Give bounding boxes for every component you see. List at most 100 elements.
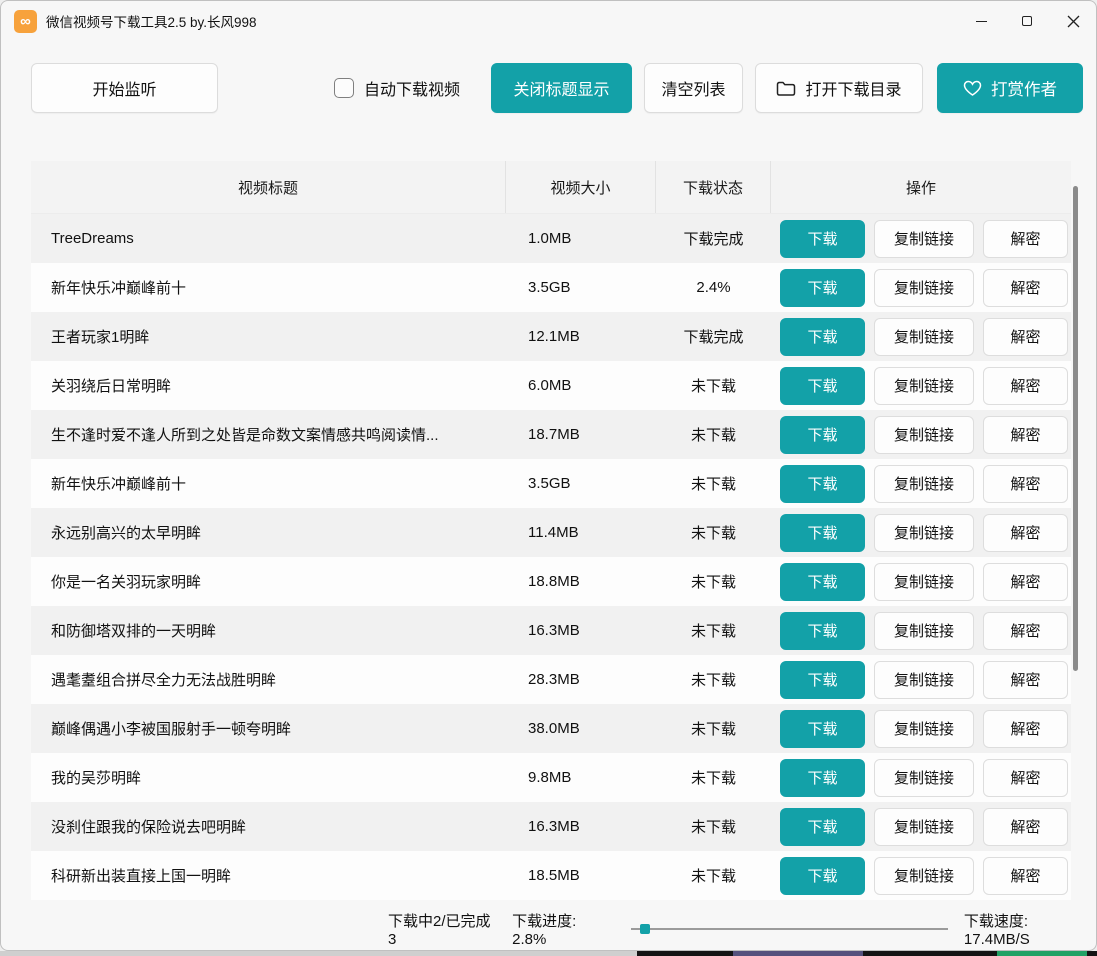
table-row: TreeDreams 1.0MB 下载完成 下载 复制链接 解密: [31, 214, 1071, 263]
start-listen-button[interactable]: 开始监听: [31, 63, 218, 113]
table-row: 没刹住跟我的保险说去吧明眸 16.3MB 未下载 下载 复制链接 解密: [31, 802, 1071, 851]
video-title-cell: 我的吴莎明眸: [31, 767, 506, 788]
decrypt-button[interactable]: 解密: [983, 857, 1068, 895]
decrypt-button[interactable]: 解密: [983, 612, 1068, 650]
table-row: 永远别高兴的太早明眸 11.4MB 未下载 下载 复制链接 解密: [31, 508, 1071, 557]
video-title-cell: 新年快乐冲巅峰前十: [31, 473, 506, 494]
copy-link-button[interactable]: 复制链接: [874, 318, 974, 356]
close-button[interactable]: [1050, 1, 1096, 41]
video-title-cell: 你是一名关羽玩家明眸: [31, 571, 506, 592]
copy-link-button[interactable]: 复制链接: [874, 465, 974, 503]
download-status-cell: 未下载: [656, 865, 771, 886]
download-button[interactable]: 下载: [780, 563, 865, 601]
video-title-cell: 科研新出装直接上国一明眸: [31, 865, 506, 886]
download-button[interactable]: 下载: [780, 759, 865, 797]
heart-icon: [963, 80, 982, 97]
download-button[interactable]: 下载: [780, 857, 865, 895]
row-actions: 下载 复制链接 解密: [771, 759, 1071, 797]
clear-list-button[interactable]: 清空列表: [644, 63, 743, 113]
window-title: 微信视频号下载工具2.5 by.长风998: [46, 11, 257, 31]
progress-slider[interactable]: [631, 924, 948, 934]
download-button[interactable]: 下载: [780, 661, 865, 699]
decrypt-button[interactable]: 解密: [983, 710, 1068, 748]
copy-link-button[interactable]: 复制链接: [874, 612, 974, 650]
video-title-cell: 永远别高兴的太早明眸: [31, 522, 506, 543]
download-button[interactable]: 下载: [780, 367, 865, 405]
copy-link-button[interactable]: 复制链接: [874, 710, 974, 748]
download-status-cell: 未下载: [656, 767, 771, 788]
copy-link-button[interactable]: 复制链接: [874, 759, 974, 797]
decrypt-button[interactable]: 解密: [983, 563, 1068, 601]
download-button[interactable]: 下载: [780, 612, 865, 650]
download-status-cell: 未下载: [656, 473, 771, 494]
video-size-cell: 18.7MB: [506, 426, 656, 443]
table-row: 新年快乐冲巅峰前十 3.5GB 2.4% 下载 复制链接 解密: [31, 263, 1071, 312]
download-button[interactable]: 下载: [780, 220, 865, 258]
window-controls: [958, 1, 1096, 41]
vertical-scrollbar[interactable]: [1073, 186, 1078, 671]
progress-slider-thumb[interactable]: [640, 924, 650, 934]
row-actions: 下载 复制链接 解密: [771, 220, 1071, 258]
copy-link-button[interactable]: 复制链接: [874, 514, 974, 552]
download-button[interactable]: 下载: [780, 465, 865, 503]
copy-link-button[interactable]: 复制链接: [874, 367, 974, 405]
download-button[interactable]: 下载: [780, 808, 865, 846]
column-header-status: 下载状态: [656, 161, 771, 213]
copy-link-button[interactable]: 复制链接: [874, 220, 974, 258]
tip-author-button[interactable]: 打赏作者: [937, 63, 1083, 113]
download-progress-text: 下载进度: 2.8%: [512, 910, 613, 948]
copy-link-button[interactable]: 复制链接: [874, 269, 974, 307]
maximize-icon: [1022, 16, 1032, 26]
copy-link-button[interactable]: 复制链接: [874, 857, 974, 895]
sliver-dark-tail: [1087, 951, 1097, 956]
open-download-dir-label: 打开下载目录: [805, 76, 901, 100]
decrypt-button[interactable]: 解密: [983, 220, 1068, 258]
row-actions: 下载 复制链接 解密: [771, 269, 1071, 307]
decrypt-button[interactable]: 解密: [983, 759, 1068, 797]
decrypt-button[interactable]: 解密: [983, 367, 1068, 405]
close-title-display-button[interactable]: 关闭标题显示: [491, 63, 632, 113]
minimize-button[interactable]: [958, 1, 1004, 41]
video-size-cell: 9.8MB: [506, 769, 656, 786]
video-size-cell: 16.3MB: [506, 818, 656, 835]
download-button[interactable]: 下载: [780, 514, 865, 552]
decrypt-button[interactable]: 解密: [983, 416, 1068, 454]
download-status-cell: 未下载: [656, 718, 771, 739]
decrypt-button[interactable]: 解密: [983, 514, 1068, 552]
decrypt-button[interactable]: 解密: [983, 808, 1068, 846]
download-status-cell: 未下载: [656, 620, 771, 641]
copy-link-button[interactable]: 复制链接: [874, 563, 974, 601]
download-button[interactable]: 下载: [780, 710, 865, 748]
sliver-green-segment: [997, 951, 1087, 956]
open-download-dir-button[interactable]: 打开下载目录: [755, 63, 923, 113]
video-size-cell: 18.8MB: [506, 573, 656, 590]
copy-link-button[interactable]: 复制链接: [874, 661, 974, 699]
download-status-cell: 2.4%: [656, 279, 771, 296]
copy-link-button[interactable]: 复制链接: [874, 808, 974, 846]
table-header: 视频标题 视频大小 下载状态 操作: [31, 161, 1071, 214]
download-status-cell: 未下载: [656, 522, 771, 543]
video-title-cell: 巅峰偶遇小李被国服射手一顿夸明眸: [31, 718, 506, 739]
row-actions: 下载 复制链接 解密: [771, 710, 1071, 748]
video-title-cell: TreeDreams: [31, 230, 506, 247]
decrypt-button[interactable]: 解密: [983, 269, 1068, 307]
decrypt-button[interactable]: 解密: [983, 465, 1068, 503]
app-window: ∞ 微信视频号下载工具2.5 by.长风998 开始监听 自动下载视频 关闭标题…: [0, 0, 1097, 951]
video-title-cell: 王者玩家1明眸: [31, 326, 506, 347]
decrypt-button[interactable]: 解密: [983, 318, 1068, 356]
maximize-button[interactable]: [1004, 1, 1050, 41]
download-button[interactable]: 下载: [780, 416, 865, 454]
row-actions: 下载 复制链接 解密: [771, 318, 1071, 356]
decrypt-button[interactable]: 解密: [983, 661, 1068, 699]
download-status-cell: 未下载: [656, 816, 771, 837]
auto-download-checkbox[interactable]: [334, 78, 354, 98]
download-speed-text: 下载速度: 17.4MB/S: [964, 910, 1096, 948]
video-title-cell: 新年快乐冲巅峰前十: [31, 277, 506, 298]
table-row: 遇耄耋组合拼尽全力无法战胜明眸 28.3MB 未下载 下载 复制链接 解密: [31, 655, 1071, 704]
copy-link-button[interactable]: 复制链接: [874, 416, 974, 454]
download-button[interactable]: 下载: [780, 269, 865, 307]
row-actions: 下载 复制链接 解密: [771, 612, 1071, 650]
download-button[interactable]: 下载: [780, 318, 865, 356]
close-icon: [1067, 15, 1080, 28]
row-actions: 下载 复制链接 解密: [771, 465, 1071, 503]
